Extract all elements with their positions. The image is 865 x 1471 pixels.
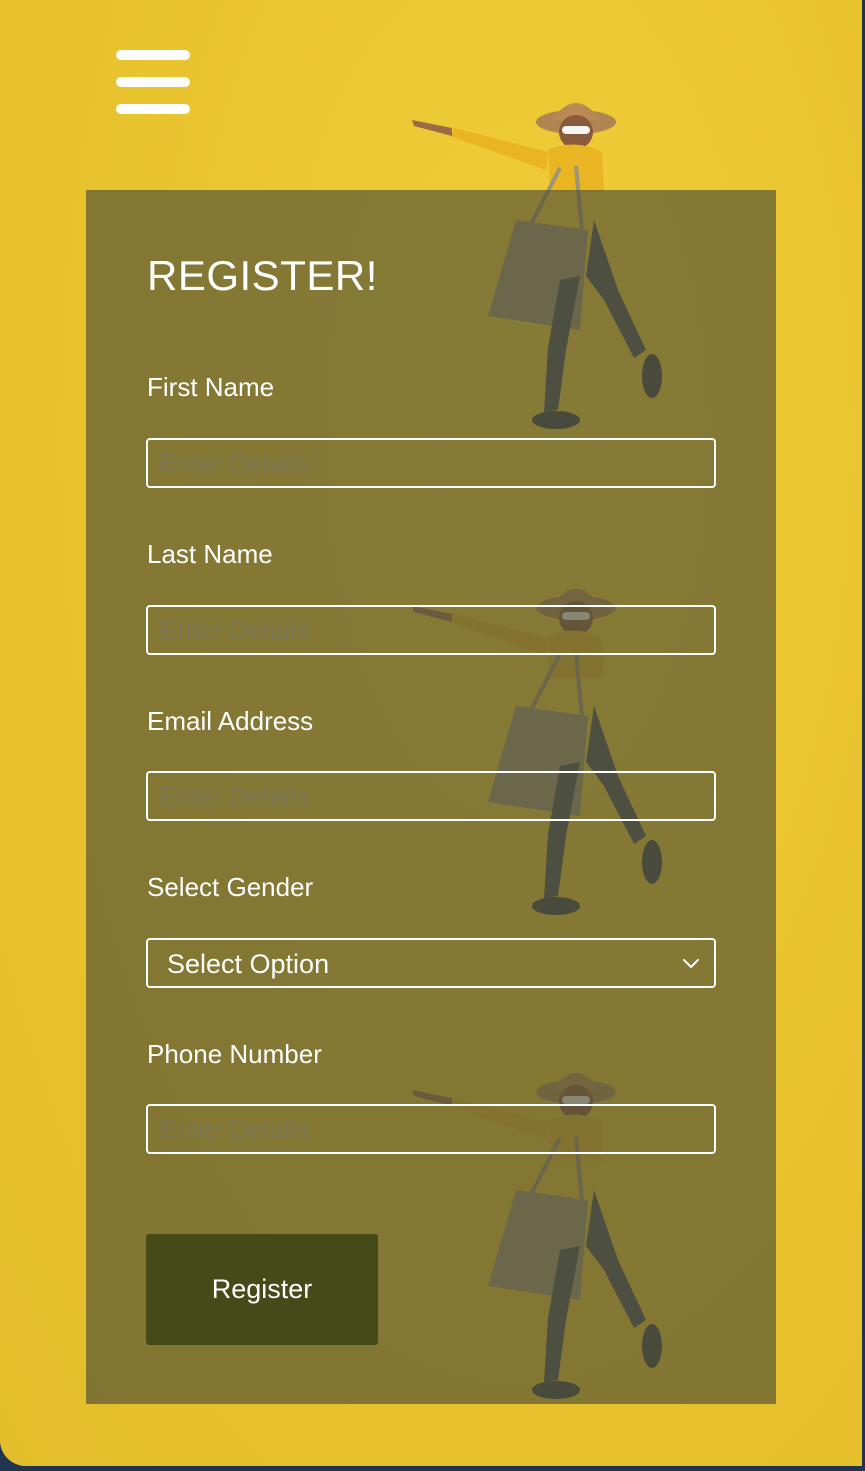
last-name-input[interactable] bbox=[146, 605, 716, 655]
menu-bar bbox=[116, 50, 190, 60]
gender-select[interactable]: Select Option bbox=[146, 938, 716, 988]
gender-select-value: Select Option bbox=[167, 949, 330, 979]
hamburger-menu-icon[interactable] bbox=[116, 50, 190, 114]
gender-label: Select Gender bbox=[147, 872, 314, 902]
menu-bar bbox=[116, 104, 190, 114]
phone-number-input[interactable] bbox=[146, 1104, 716, 1154]
menu-bar bbox=[116, 77, 190, 87]
page-background: REGISTER! First Name Last Name Email Add… bbox=[0, 0, 862, 1466]
chevron-down-icon bbox=[683, 959, 699, 968]
last-name-label: Last Name bbox=[147, 539, 273, 569]
form-title: REGISTER! bbox=[147, 252, 378, 299]
phone-number-label: Phone Number bbox=[147, 1039, 322, 1069]
email-address-input[interactable] bbox=[146, 771, 716, 821]
first-name-input[interactable] bbox=[146, 438, 716, 488]
register-button[interactable]: Register bbox=[146, 1234, 378, 1345]
first-name-label: First Name bbox=[147, 372, 275, 402]
email-address-label: Email Address bbox=[147, 706, 314, 736]
